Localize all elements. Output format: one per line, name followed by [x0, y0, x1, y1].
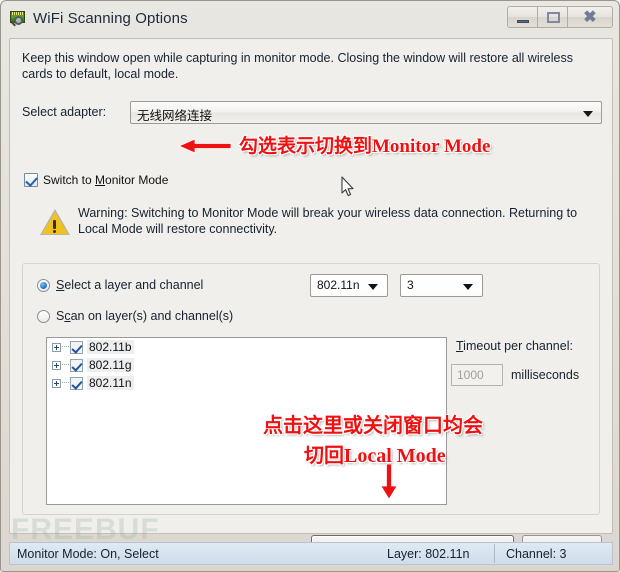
radio-scan-label: Scan on layer(s) and channel(s): [56, 309, 233, 323]
radio-button-indicator[interactable]: [37, 278, 50, 292]
layer-label: 802.11g: [87, 358, 134, 372]
switch-monitor-mode-row[interactable]: Switch to Monitor Mode: [24, 173, 168, 187]
radio-select-layer-and-channel[interactable]: Select a layer and channel: [37, 278, 203, 292]
label-part-post: onitor Mode: [105, 173, 169, 187]
status-channel: Channel: 3: [506, 546, 567, 561]
window-title: WiFi Scanning Options: [33, 10, 188, 27]
radio-scan-layers-channels[interactable]: Scan on layer(s) and channel(s): [37, 309, 233, 323]
adapter-label: Select adapter:: [22, 105, 107, 119]
title-bar[interactable]: WiFi Scanning Options ✖: [2, 2, 620, 35]
tree-connector: [62, 382, 69, 384]
radio-button-indicator[interactable]: [37, 309, 50, 323]
tree-connector: [62, 346, 69, 348]
chevron-down-icon: [463, 283, 473, 290]
label-part-post: imeout per channel:: [463, 339, 573, 353]
layer-label: 802.11n: [87, 376, 134, 390]
tree-connector: [62, 364, 69, 366]
maximize-icon: [547, 12, 560, 23]
expand-plus-icon[interactable]: [52, 360, 61, 370]
minimize-icon: [517, 20, 529, 23]
radio-select-layer-label: Select a layer and channel: [56, 278, 203, 292]
chevron-down-icon: [368, 283, 378, 290]
wifi-scan-icon: [9, 10, 27, 28]
chevron-down-icon: [583, 110, 593, 117]
minimize-button[interactable]: [507, 6, 537, 28]
layer-checkbox[interactable]: [70, 376, 83, 390]
maximize-button[interactable]: [537, 6, 567, 28]
expand-plus-icon[interactable]: [52, 378, 61, 388]
list-item[interactable]: 802.11n: [47, 374, 446, 392]
close-button[interactable]: ✖: [567, 6, 613, 28]
window-controls: ✖: [507, 6, 613, 28]
layers-treeview[interactable]: 802.11b 802.11g 802.11n: [46, 337, 447, 505]
label-part-pre: Switch to: [43, 173, 96, 187]
label-accel: M: [95, 173, 106, 187]
switch-monitor-mode-label: Switch to Monitor Mode: [43, 173, 168, 187]
adapter-combobox[interactable]: 无线网络连接: [130, 101, 602, 124]
intro-text: Keep this window open while capturing in…: [22, 51, 573, 81]
status-monitor-mode: Monitor Mode: On, Select: [17, 546, 159, 561]
timeout-value: 1000: [457, 368, 484, 382]
layer-checkbox[interactable]: [70, 358, 83, 372]
warning-text: Warning: Switching to Monitor Mode will …: [78, 206, 578, 236]
switch-monitor-mode-checkbox[interactable]: [24, 173, 38, 187]
label-part-post: an on layer(s) and channel(s): [70, 309, 234, 323]
layer-checkbox[interactable]: [70, 340, 83, 354]
status-bar: Monitor Mode: On, Select Layer: 802.11n …: [9, 542, 613, 565]
expand-plus-icon[interactable]: [52, 342, 61, 352]
close-icon: ✖: [583, 9, 597, 26]
dialog-client-area: Keep this window open while capturing in…: [9, 38, 613, 561]
list-item[interactable]: 802.11g: [47, 356, 446, 374]
timeout-input[interactable]: 1000: [451, 364, 503, 386]
status-layer: Layer: 802.11n: [387, 546, 470, 561]
wifi-scanning-options-window: WiFi Scanning Options ✖ Keep this window…: [0, 0, 620, 572]
label-part-post: elect a layer and channel: [64, 278, 204, 292]
status-separator: [494, 544, 495, 563]
list-item[interactable]: 802.11b: [47, 338, 446, 356]
layer-selected-value: 802.11n: [317, 278, 360, 292]
adapter-row: Select adapter: 无线网络连接: [22, 101, 602, 125]
timeout-label: Timeout per channel:: [456, 339, 573, 353]
channel-selected-value: 3: [407, 278, 414, 292]
warning-triangle-icon: [40, 209, 70, 236]
timeout-unit-label: milliseconds: [511, 368, 580, 382]
layer-combobox[interactable]: 802.11n: [310, 274, 388, 297]
adapter-selected-value: 无线网络连接: [137, 109, 213, 123]
layer-label: 802.11b: [87, 340, 134, 354]
channel-combobox[interactable]: 3: [400, 274, 483, 297]
